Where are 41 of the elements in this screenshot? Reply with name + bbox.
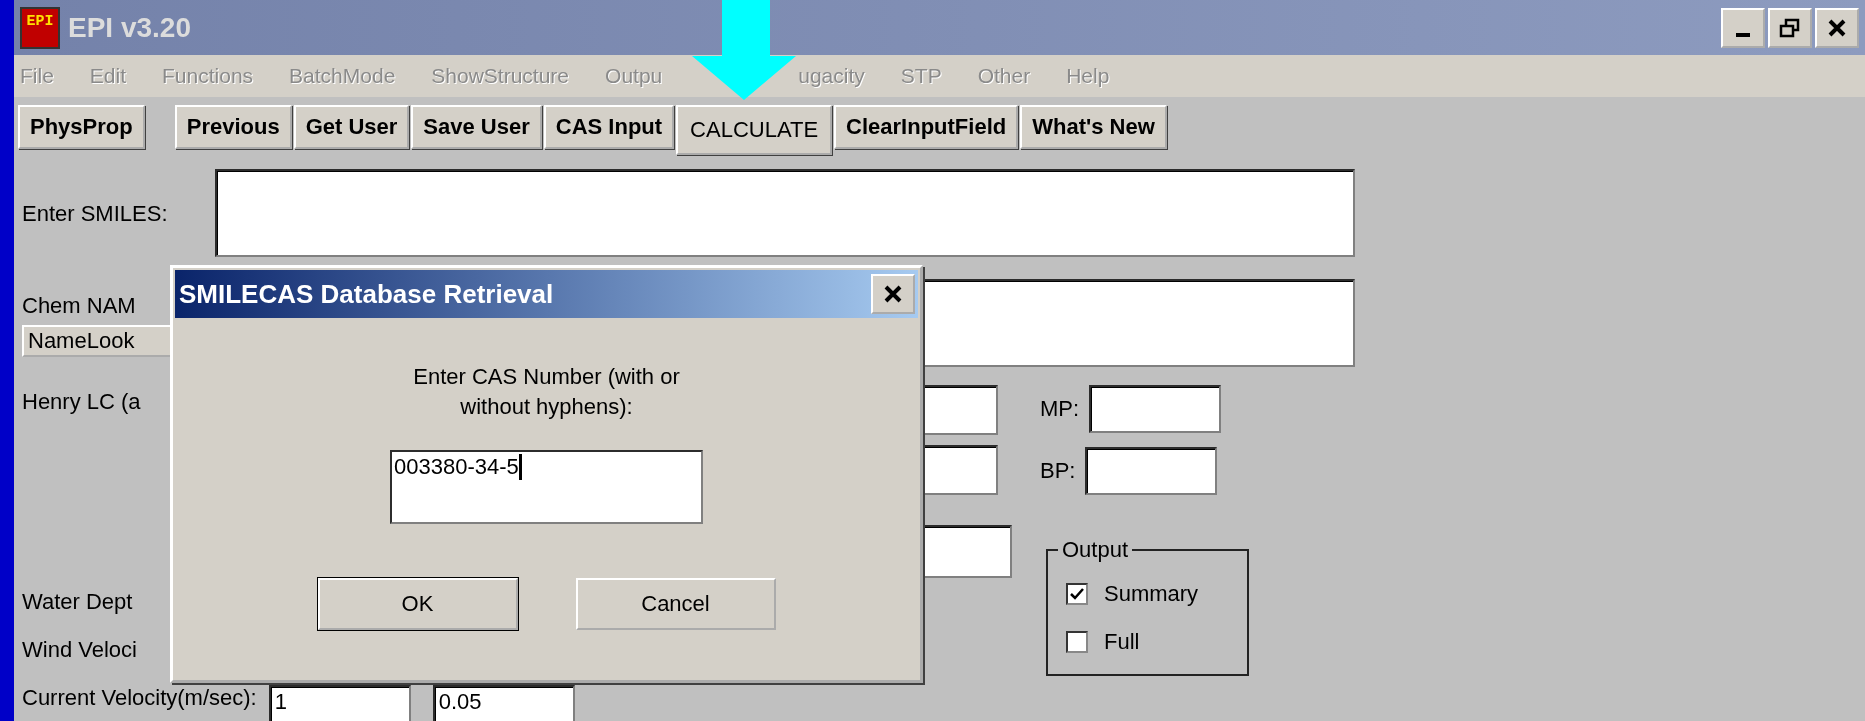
close-button[interactable] [871, 274, 915, 314]
close-icon [883, 284, 903, 304]
field-label: Wind Veloci [22, 637, 137, 663]
toolbar-button[interactable]: PhysProp [18, 105, 145, 149]
toolbar-button[interactable]: CAS Input [543, 105, 675, 149]
input-field[interactable]: 0.05 [432, 685, 575, 721]
minimize-icon [1736, 32, 1750, 37]
restore-icon [1779, 17, 1801, 38]
app-icon: EPI [20, 6, 60, 49]
dialog-button[interactable]: OK [317, 578, 518, 630]
close-icon [1827, 17, 1847, 38]
dialog-title: SMILECAS Database Retrieval [179, 278, 554, 310]
restore-button[interactable] [1768, 7, 1812, 48]
checkbox[interactable] [1066, 583, 1088, 605]
arrow-icon [692, 0, 796, 100]
field-label: Enter SMILES: [22, 201, 169, 227]
toolbar-button[interactable]: CALCULATE [676, 105, 833, 155]
minimize-button[interactable] [1721, 7, 1765, 48]
field-label: Current Velocity(m/sec): [22, 685, 257, 711]
field-label: Water Dept [22, 589, 133, 615]
field-label: MP: [1040, 396, 1080, 422]
field-label: BP: [1040, 458, 1076, 484]
dialog-button[interactable]: Cancel [575, 578, 776, 630]
checkbox-label: Full [1104, 629, 1140, 655]
input-field[interactable]: 1 [268, 685, 411, 721]
close-button[interactable] [1815, 7, 1859, 48]
smiles-field[interactable] [215, 169, 1355, 257]
toolbar-button[interactable]: Get User [293, 105, 410, 149]
dialog-prompt: Enter CAS Number (with or without hyphens): [412, 363, 681, 421]
toolbar-button[interactable]: What's New [1020, 105, 1167, 149]
window-title: EPI v3.20 [68, 11, 191, 44]
toolbar-button[interactable]: Save User [411, 105, 542, 149]
checkbox-label: Summary [1104, 581, 1199, 607]
toolbar-button[interactable]: Previous [174, 105, 292, 149]
toolbar-button[interactable]: ClearInputField [834, 105, 1019, 149]
check-icon [1070, 588, 1084, 600]
cas-input-field[interactable]: 003380-34-5 [390, 450, 703, 524]
mp-field[interactable] [1089, 385, 1222, 433]
checkbox[interactable] [1066, 631, 1088, 653]
bp-field[interactable] [1085, 447, 1218, 495]
field-label: Henry LC (a [22, 389, 142, 415]
